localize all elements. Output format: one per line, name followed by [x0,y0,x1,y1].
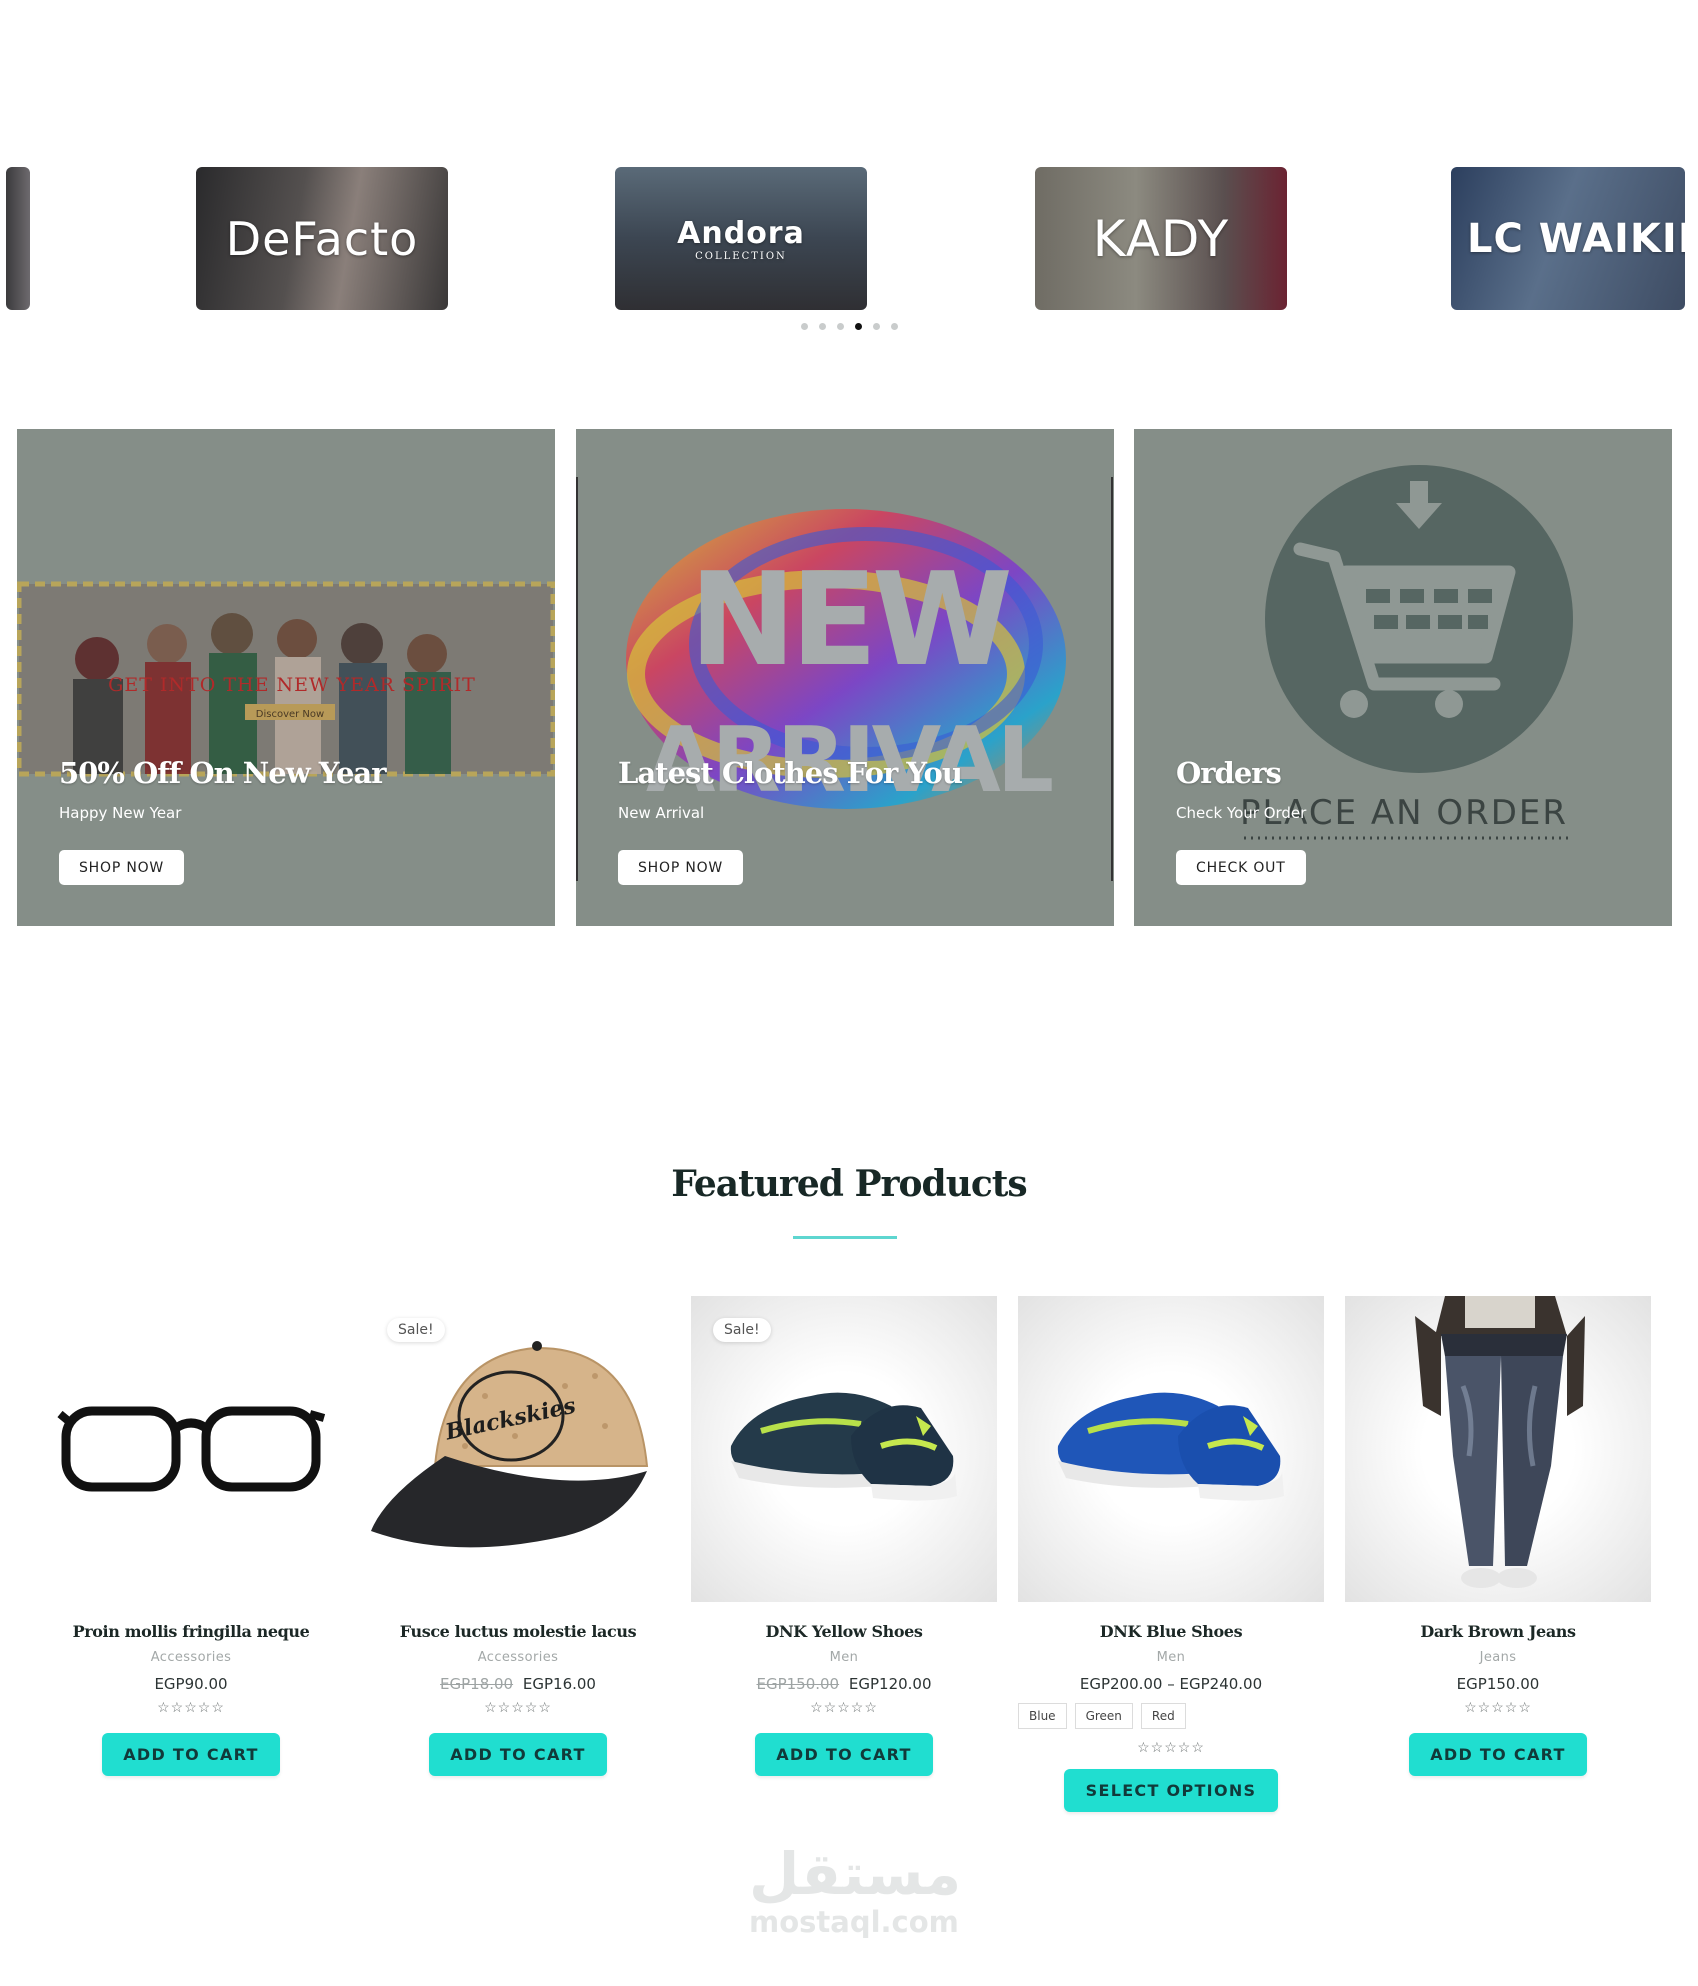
carousel-dot[interactable] [800,323,808,330]
product-category[interactable]: Jeans [1345,1650,1651,1665]
old-price: EGP150.00 [756,1675,840,1693]
banner-subtitle: Check Your Order [1176,804,1307,822]
banner-art-text-new: NEW [689,546,1010,695]
product-category[interactable]: Men [1018,1650,1324,1665]
rating-stars: ☆☆☆☆☆ [1464,1699,1532,1715]
carousel-dot[interactable] [836,323,844,330]
sale-badge: Sale! [387,1318,445,1342]
product-image[interactable]: Blackskies Sale! [365,1296,671,1602]
select-options-button[interactable]: SELECT OPTIONS [1063,1769,1279,1812]
product-name[interactable]: Fusce luctus molestie lacus [365,1622,671,1641]
banner-title: Latest Clothes For You [618,756,963,790]
product-category[interactable]: Men [691,1650,997,1665]
product-card: Dark Brown Jeans Jeans EGP150.00 ☆☆☆☆☆ A… [1345,1296,1651,1776]
brand-subname: COLLECTION [695,250,787,262]
product-name[interactable]: DNK Yellow Shoes [691,1622,997,1641]
product-name[interactable]: DNK Blue Shoes [1018,1622,1324,1641]
sale-badge: Sale! [713,1318,771,1342]
brand-slide-andora[interactable]: Andora COLLECTION [615,167,867,310]
product-image[interactable]: Sale! [691,1296,997,1602]
product-card: Blackskies Sale! Fusce luctus molestie l… [365,1296,671,1776]
watermark-latin: mostaql.com [749,1905,959,1939]
carousel-dot[interactable] [890,323,898,330]
product-image[interactable] [1345,1296,1651,1602]
carousel-dot-active[interactable] [854,323,862,330]
add-to-cart-button[interactable]: ADD TO CART [102,1733,280,1776]
product-card: Sale! DNK Yellow Shoes Men EGP150.00 EGP… [691,1296,997,1776]
product-category[interactable]: Accessories [38,1650,344,1665]
brand-name: DeFacto [225,211,419,266]
swatch-red[interactable]: Red [1140,1703,1186,1729]
brand-slide-defacto[interactable]: DeFacto [196,167,448,310]
blue-shoes-image [1057,1392,1284,1501]
product-image[interactable] [38,1296,344,1602]
banner-title: Orders [1176,756,1282,790]
product-price: EGP150.00 EGP120.00 [691,1675,997,1693]
carousel-dot[interactable] [818,323,826,330]
jeans-image [1415,1296,1585,1588]
shop-now-button[interactable]: SHOP NOW [59,850,185,885]
promo-banner-orders[interactable]: PLACE AN ORDER Orders Check Your Order C… [1134,429,1672,926]
color-swatches: Blue Green Red [1018,1703,1324,1729]
product-name[interactable]: Proin mollis fringilla neque [38,1622,344,1641]
product-price: EGP200.00 – EGP240.00 [1018,1675,1324,1693]
product-price: EGP150.00 [1345,1675,1651,1693]
product-price: EGP90.00 [38,1675,344,1693]
product-category[interactable]: Accessories [365,1650,671,1665]
brand-name: Andora [677,215,805,251]
brand-slide-kady[interactable]: KADY [1035,167,1287,310]
current-price: EGP150.00 [1456,1675,1540,1693]
rating-stars: ☆☆☆☆☆ [1137,1739,1205,1755]
banner-title: 50% Off On New Year [59,756,386,790]
swatch-green[interactable]: Green [1074,1703,1133,1729]
banner-subtitle: Happy New Year [59,804,182,822]
banner-art-subtext: Discover Now [256,709,324,720]
promo-banner-new-year[interactable]: GET INTO THE NEW YEAR SPIRIT Discover No… [17,429,555,926]
swatch-blue[interactable]: Blue [1018,1703,1067,1729]
product-image[interactable] [1018,1296,1324,1602]
current-price: EGP90.00 [154,1675,228,1693]
promo-banner-new-arrival[interactable]: NEW ARRIVAL Latest Clothes For You New A… [576,429,1114,926]
brand-slide-lcwaikiki[interactable]: LC WAIKIKI [1451,167,1685,310]
carousel-dot[interactable] [872,323,880,330]
add-to-cart-button[interactable]: ADD TO CART [429,1733,607,1776]
product-card: DNK Blue Shoes Men EGP200.00 – EGP240.00… [1018,1296,1324,1812]
glasses-image [57,1406,326,1492]
add-to-cart-button[interactable]: ADD TO CART [755,1733,933,1776]
current-price: EGP120.00 [848,1675,932,1693]
product-card: Proin mollis fringilla neque Accessories… [38,1296,344,1776]
mostaql-watermark: مستقل mostaql.com [749,1840,962,1939]
brand-slide-partial[interactable] [6,167,30,310]
brand-name: KADY [1092,209,1230,268]
title-underline [793,1236,897,1239]
banner-art-text: GET INTO THE NEW YEAR SPIRIT [108,674,476,696]
section-title: Featured Products [671,1163,1027,1205]
add-to-cart-button[interactable]: ADD TO CART [1409,1733,1587,1776]
product-name[interactable]: Dark Brown Jeans [1345,1622,1651,1641]
check-out-button[interactable]: CHECK OUT [1176,850,1306,885]
current-price: EGP16.00 [522,1675,596,1693]
brand-name: LC WAIKIKI [1467,215,1685,262]
rating-stars: ☆☆☆☆☆ [157,1699,225,1715]
price-range: EGP200.00 – EGP240.00 [1079,1675,1263,1693]
banner-subtitle: New Arrival [618,804,705,822]
product-price: EGP18.00 EGP16.00 [365,1675,671,1693]
brand-carousel: DeFacto Andora COLLECTION KADY LC WAIKIK… [0,150,1698,350]
rating-stars: ☆☆☆☆☆ [484,1699,552,1715]
old-price: EGP18.00 [440,1675,514,1693]
carousel-dots [0,323,1698,330]
rating-stars: ☆☆☆☆☆ [810,1699,878,1715]
shop-now-button[interactable]: SHOP NOW [618,850,744,885]
watermark-arabic: مستقل [749,1840,962,1908]
